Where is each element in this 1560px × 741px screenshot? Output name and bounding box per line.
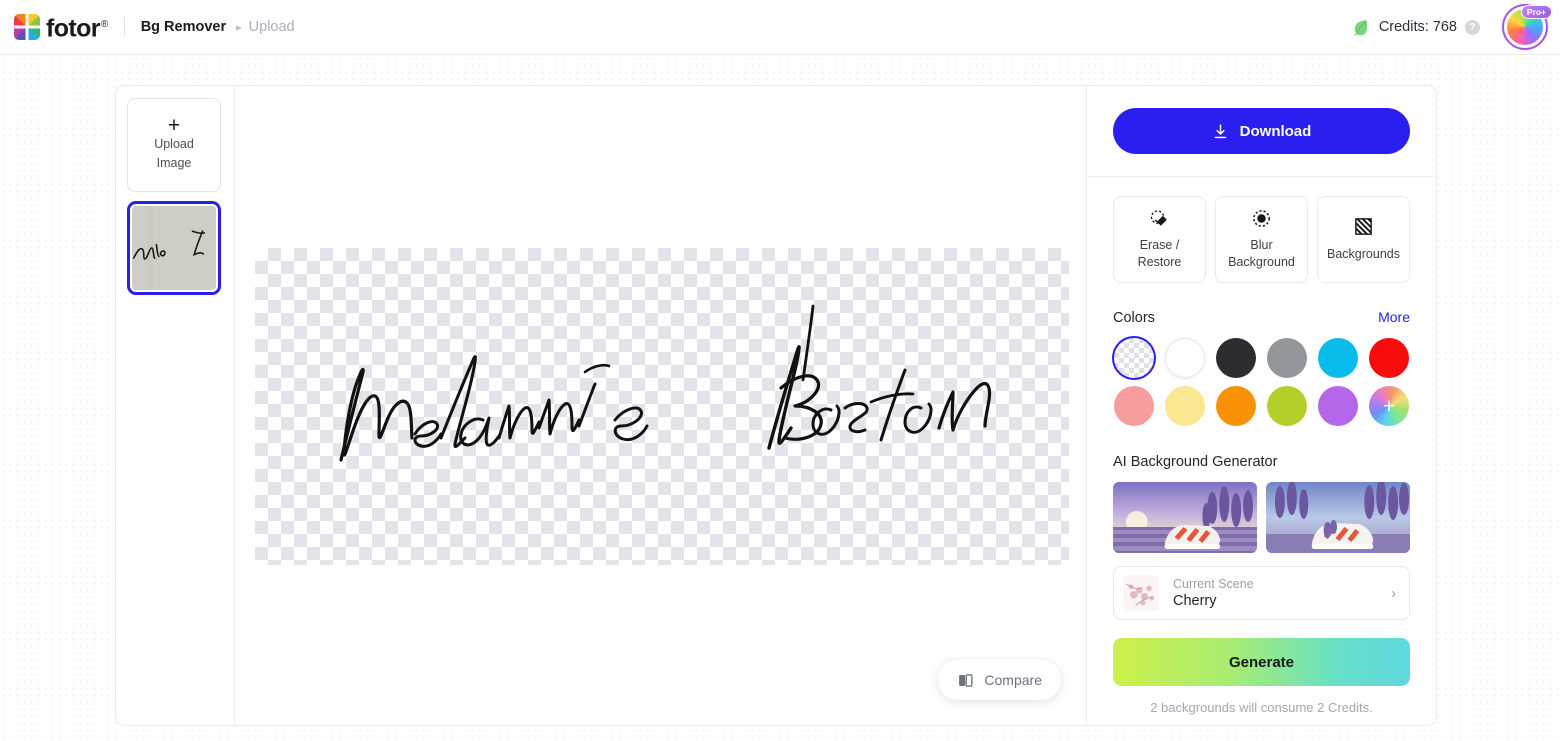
eraser-icon [1149,208,1170,228]
thumbnail-signature-ink [132,206,216,290]
thumbnail-rail: + Upload Image [116,86,235,725]
breadcrumb-upload[interactable]: Upload [249,19,295,35]
preview-sneaker-lavender-sunset[interactable] [1113,482,1257,553]
erase-restore-label-2: Restore [1137,255,1182,269]
workspace-card: + Upload Image Compare Download Erase / … [115,85,1437,726]
transparent-image-canvas[interactable] [255,248,1069,565]
download-label: Download [1239,122,1312,140]
scene-text-group: Current Scene Cherry [1173,576,1391,611]
blur-background-button[interactable]: Blur Background [1215,196,1308,283]
compare-label: Compare [984,672,1042,688]
swatch-black[interactable] [1216,338,1256,378]
avatar[interactable]: Pro+ [1502,4,1552,50]
upload-label-line2: Image [156,156,192,170]
generate-button[interactable]: Generate [1113,638,1410,686]
app-header: fotor® Bg Remover ▸ Upload Credits: 768 … [0,0,1560,55]
swatch-white[interactable] [1165,338,1205,378]
blur-background-label-2: Background [1228,255,1295,269]
list-item[interactable] [127,201,221,295]
leaf-icon [1354,20,1367,36]
header-divider [123,17,125,37]
preview-sneaker-lavender-sky[interactable] [1266,482,1410,553]
help-icon[interactable]: ? [1465,19,1480,35]
swatch-gray[interactable] [1267,338,1307,378]
swatch-yellow-green[interactable] [1267,386,1307,426]
scene-thumbnail [1123,575,1159,611]
hatched-square-icon [1353,217,1374,237]
header-right-group: Credits: 768 ? Pro+ [1351,4,1552,50]
colors-title: Colors [1113,310,1155,326]
erase-restore-button[interactable]: Erase / Restore [1113,196,1206,283]
status-badge: Pro+ [1520,5,1552,20]
backgrounds-label: Backgrounds [1327,246,1400,261]
swatch-red[interactable] [1369,338,1409,378]
upload-image-button[interactable]: + Upload Image [127,98,221,192]
erase-restore-label-1: Erase / [1139,238,1180,252]
logo-text: fotor [46,14,101,43]
plus-icon: + [1382,394,1396,418]
upload-label-line1: Upload [154,137,194,151]
signature-thumbnail-image [132,206,216,290]
divider [1087,176,1436,177]
tool-button-row: Erase / Restore Blur Background Backgrou… [1113,196,1410,283]
swatch-light-yellow[interactable] [1165,386,1205,426]
canvas-area[interactable]: Compare [235,86,1086,725]
swatch-pink[interactable] [1114,386,1154,426]
fotor-pinwheel-logo-icon [14,13,40,40]
swatch-cyan[interactable] [1318,338,1358,378]
credits-label: Credits: 768 [1378,19,1457,35]
signature-artwork [339,304,992,462]
colors-section-header: Colors More [1113,309,1410,326]
swatch-custom-picker[interactable]: + [1369,386,1409,426]
registered-mark: ® [100,19,108,31]
download-arrow-icon [1214,123,1226,138]
swatch-purple[interactable] [1318,386,1358,426]
right-tools-panel: Download Erase / Restore Blur Background… [1086,86,1436,725]
blur-icon [1251,208,1272,228]
blur-background-label-1: Blur [1250,238,1273,252]
chevron-right-icon: ▸ [236,21,242,34]
plus-icon: + [167,114,181,137]
scene-name: Cherry [1173,592,1217,609]
page-body: + Upload Image Compare Download Erase / … [0,55,1560,741]
generate-label: Generate [1228,653,1295,671]
ai-background-title: AI Background Generator [1113,454,1278,470]
generate-note: 2 backgrounds will consume 2 Credits. [1150,700,1373,715]
backgrounds-button[interactable]: Backgrounds [1317,196,1410,283]
current-scene-selector[interactable]: Current Scene Cherry › [1113,566,1410,620]
logo-wordmark: fotor® [46,12,108,43]
download-button[interactable]: Download [1113,108,1410,154]
swatch-transparent[interactable] [1114,338,1154,378]
color-swatch-grid: + [1113,338,1410,426]
breadcrumb-bg-remover[interactable]: Bg Remover [141,19,226,35]
colors-more-link[interactable]: More [1378,309,1410,325]
fotor-logo[interactable]: fotor® [14,12,108,43]
scene-caption: Current Scene [1173,576,1254,591]
swatch-orange[interactable] [1216,386,1256,426]
chevron-right-icon: › [1391,584,1396,602]
compare-button[interactable]: Compare [938,660,1061,700]
compare-split-icon [959,673,973,687]
ai-background-previews [1113,482,1410,553]
